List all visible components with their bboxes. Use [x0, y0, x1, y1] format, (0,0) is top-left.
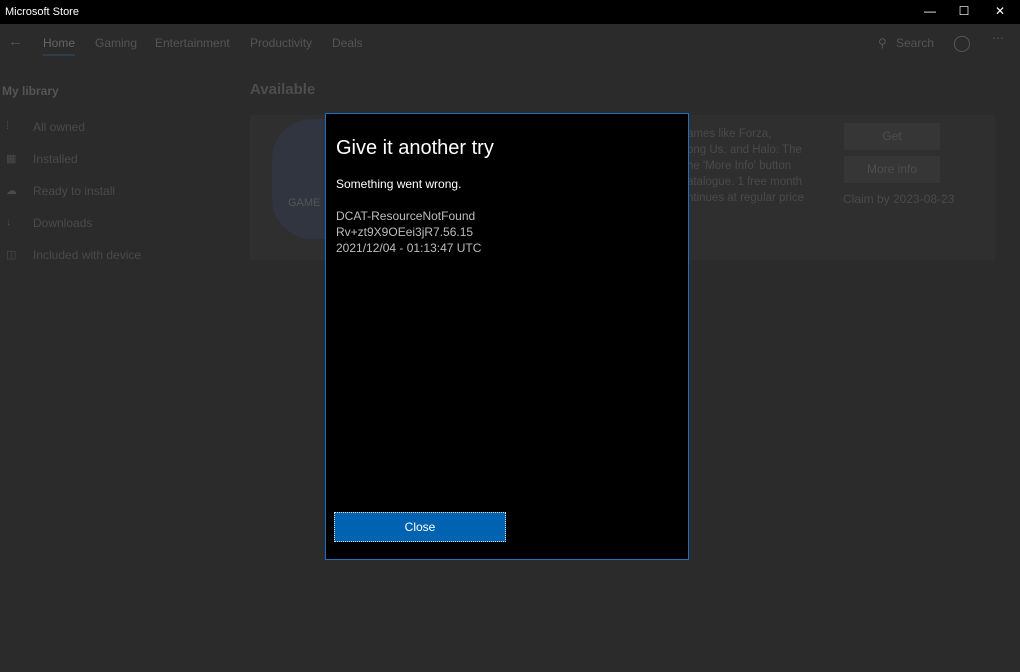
more-info-button[interactable]: More info [844, 156, 940, 183]
grid-icon: ⁞ [6, 120, 10, 132]
installed-icon: ▦ [6, 153, 17, 165]
gift-icon: ◫ [6, 249, 17, 261]
window-title: Microsoft Store [5, 6, 79, 18]
error-timestamp: 2021/12/04 - 01:13:47 UTC [336, 241, 482, 255]
tab-home[interactable]: Home [43, 36, 76, 56]
dialog-subtitle: Something went wrong. [336, 177, 462, 191]
more-icon[interactable]: ⋯ [992, 31, 1004, 45]
error-dialog: Give it another try Something went wrong… [325, 113, 689, 560]
account-icon[interactable]: ◯ [953, 33, 971, 53]
download-icon: ↓ [6, 216, 12, 228]
claim-date: Claim by 2023-08-23 [843, 192, 955, 206]
search-icon[interactable]: ⚲ [878, 36, 887, 50]
back-arrow-icon[interactable]: ← [8, 33, 23, 50]
tab-productivity[interactable]: Productivity [250, 36, 312, 50]
search-button[interactable]: Search [896, 36, 934, 50]
maximize-button[interactable]: ☐ [946, 0, 982, 24]
tab-entertainment[interactable]: Entertainment [155, 36, 230, 50]
minimize-button[interactable]: — [912, 0, 948, 24]
title-bar: Microsoft Store — ☐ ✕ [0, 0, 1020, 24]
product-description: ames like Forza, ong Us, and Halo: The h… [687, 128, 804, 204]
error-code: DCAT-ResourceNotFound [336, 209, 476, 223]
tab-deals[interactable]: Deals [332, 36, 363, 50]
section-heading: Available [250, 81, 316, 98]
sidebar-heading: My library [2, 84, 59, 98]
correlation-id: Rv+zt9X9OEei3jR7.56.15 [336, 225, 474, 239]
top-nav: ← Home Gaming Entertainment Productivity… [0, 30, 1020, 58]
cloud-download-icon: ☁ [6, 185, 17, 197]
close-button[interactable]: Close [334, 512, 506, 542]
tab-gaming[interactable]: Gaming [95, 36, 137, 50]
close-window-button[interactable]: ✕ [982, 0, 1018, 24]
dialog-title: Give it another try [336, 137, 494, 159]
get-button[interactable]: Get [844, 123, 940, 150]
